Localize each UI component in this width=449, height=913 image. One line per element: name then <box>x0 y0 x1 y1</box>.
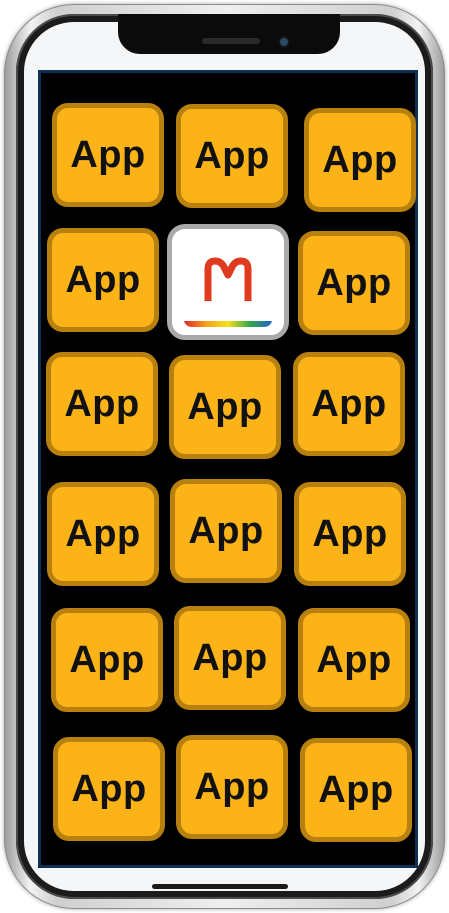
app-icon[interactable]: App <box>52 103 164 207</box>
app-icon[interactable]: App <box>174 606 286 710</box>
app-label: App <box>64 382 140 425</box>
app-label: App <box>69 638 145 681</box>
app-label: App <box>65 512 141 555</box>
notch <box>118 14 340 54</box>
app-label: App <box>70 133 146 176</box>
app-label: App <box>312 512 388 555</box>
app-icon[interactable]: App <box>176 104 288 208</box>
app-label: App <box>316 638 392 681</box>
m-logo-icon <box>184 257 272 327</box>
app-icon[interactable]: App <box>293 352 405 456</box>
app-icon[interactable]: App <box>176 735 288 839</box>
app-label: App <box>188 509 264 552</box>
app-icon[interactable]: App <box>169 355 281 459</box>
front-camera-icon <box>280 38 288 46</box>
home-indicator[interactable] <box>152 884 288 889</box>
app-icon[interactable]: App <box>304 108 416 212</box>
app-icon[interactable]: App <box>51 608 163 712</box>
app-icon[interactable]: App <box>298 231 410 335</box>
app-label: App <box>65 258 141 301</box>
app-label: App <box>311 382 387 425</box>
app-label: App <box>192 636 268 679</box>
app-icon[interactable]: App <box>294 482 406 586</box>
app-label: App <box>194 134 270 177</box>
app-icon[interactable]: App <box>47 228 159 332</box>
speaker-grille <box>202 38 260 44</box>
featured-app-icon[interactable] <box>167 224 289 340</box>
app-label: App <box>316 261 392 304</box>
app-icon[interactable]: App <box>300 738 412 842</box>
app-label: App <box>187 385 263 428</box>
app-label: App <box>71 767 147 810</box>
app-icon[interactable]: App <box>298 608 410 712</box>
app-label: App <box>318 768 394 811</box>
app-label: App <box>322 138 398 181</box>
app-icon[interactable]: App <box>53 737 165 841</box>
app-icon[interactable]: App <box>47 482 159 586</box>
app-icon[interactable]: App <box>46 352 158 456</box>
app-icon[interactable]: App <box>170 479 282 583</box>
app-label: App <box>194 765 270 808</box>
